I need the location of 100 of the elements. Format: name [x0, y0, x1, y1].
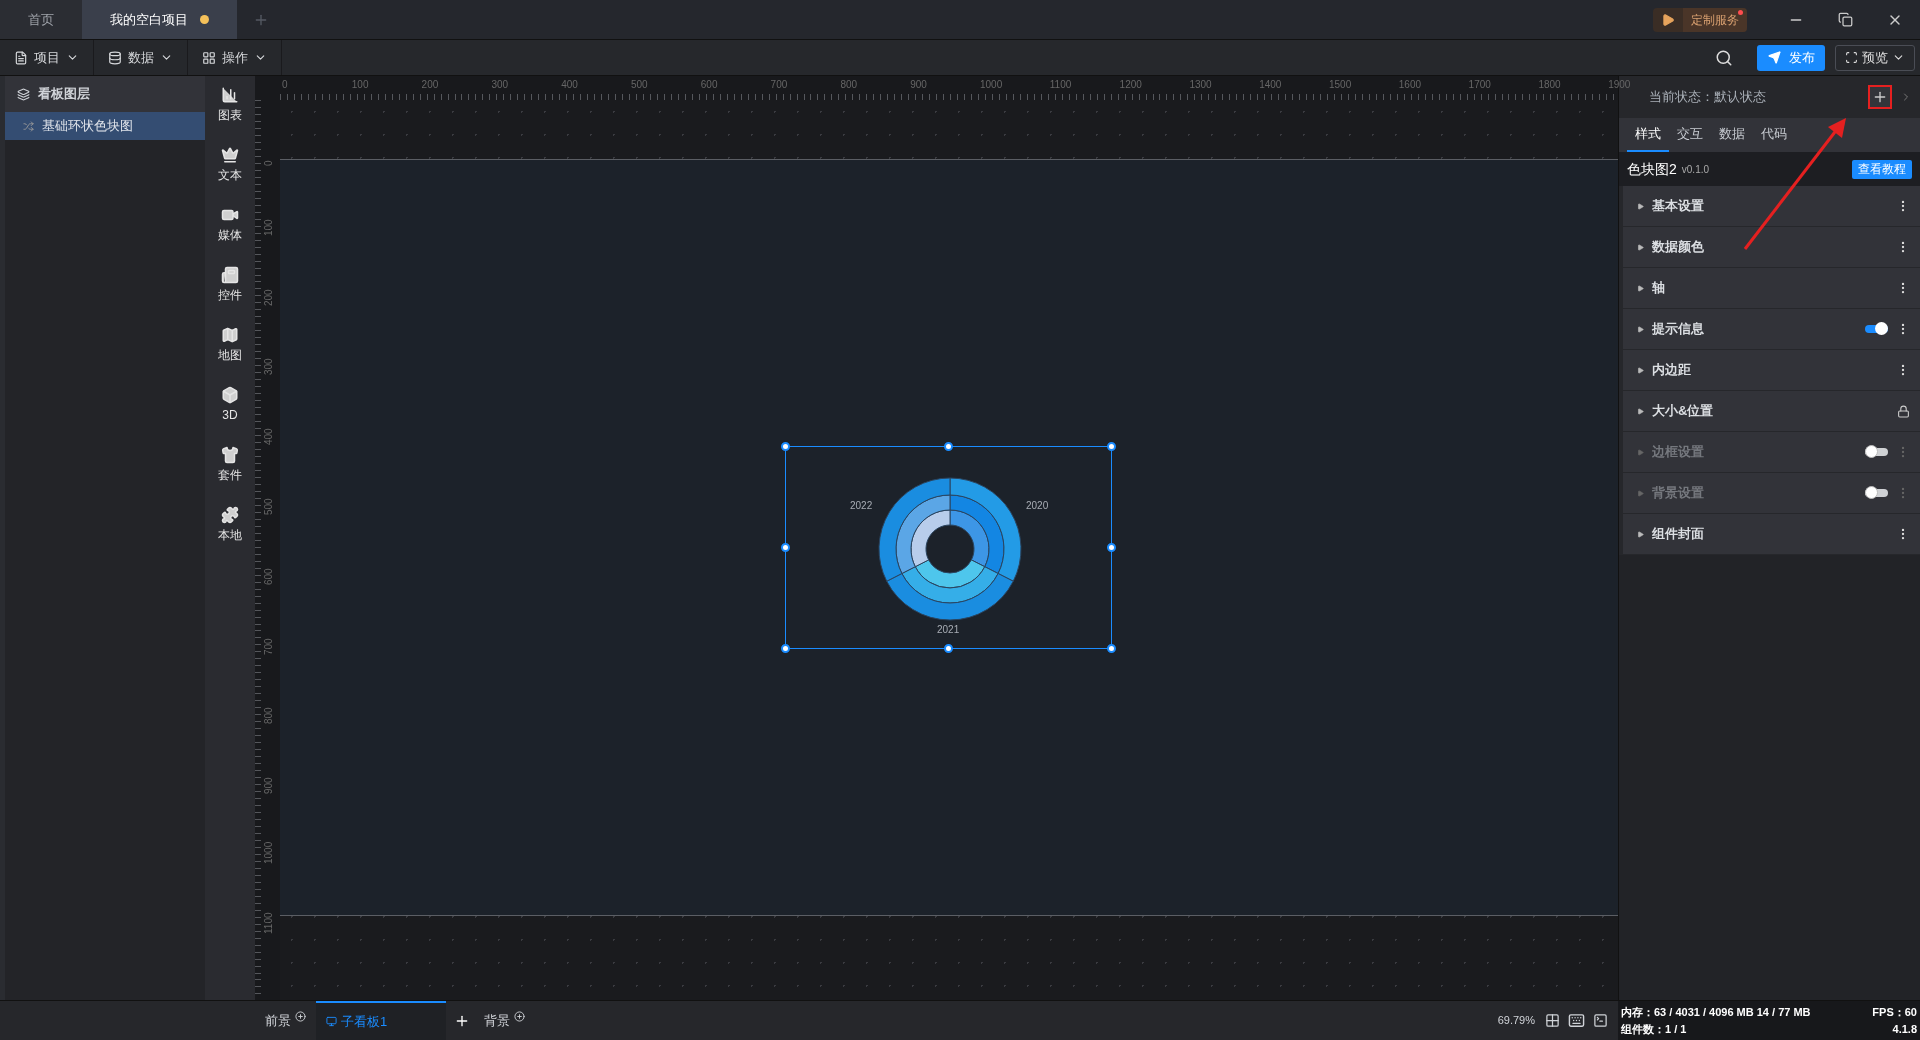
settings-section[interactable]: 大小&位置: [1619, 391, 1920, 432]
ruler-label: 800: [840, 78, 858, 92]
board-tab[interactable]: 子看板1: [316, 1001, 446, 1040]
add-circle-icon: [514, 1011, 525, 1022]
expand-triangle-icon: [1637, 284, 1644, 292]
settings-section[interactable]: 内边距: [1619, 350, 1920, 391]
ruler-label: 600: [262, 568, 275, 585]
foreground-tab[interactable]: 前景: [255, 1001, 316, 1040]
keyboard-icon[interactable]: [1568, 1012, 1585, 1029]
project-tab[interactable]: 我的空白项目: [82, 0, 237, 39]
ruler-label: 1200: [1119, 78, 1142, 92]
ruler-label: 700: [262, 637, 275, 655]
menu-button[interactable]: 操作: [188, 40, 282, 75]
play-logo-icon: [1661, 12, 1675, 27]
tool-button[interactable]: 控件: [218, 266, 242, 308]
resize-handle[interactable]: [944, 644, 953, 653]
add-circle-icon: [295, 1011, 306, 1022]
tool-button[interactable]: 图表: [218, 86, 242, 128]
layer-item[interactable]: 基础环状色块图: [5, 112, 205, 140]
fps-status: FPS：60: [1872, 1005, 1917, 1020]
expand-triangle-icon: [1637, 366, 1644, 374]
chart-label: 2020: [1026, 499, 1049, 513]
ruler-label: 900: [910, 78, 927, 92]
chart-label: 2022: [850, 499, 873, 513]
panel-tab[interactable]: 数据: [1711, 118, 1753, 152]
state-label: 当前状态：: [1649, 88, 1714, 107]
tool-button[interactable]: 媒体: [218, 206, 242, 248]
resize-handle[interactable]: [781, 442, 790, 451]
tool-button[interactable]: 本地: [218, 506, 242, 548]
add-state-button[interactable]: [1868, 85, 1892, 109]
ruler-label: 1000: [980, 78, 1003, 92]
ruler-label: 400: [262, 428, 275, 446]
resize-handle[interactable]: [1107, 543, 1116, 552]
ruler-label: 300: [491, 78, 509, 92]
resize-handle[interactable]: [944, 442, 953, 451]
monitor-icon: [326, 1016, 337, 1027]
restore-icon[interactable]: [1838, 12, 1853, 27]
preview-button[interactable]: 预览: [1835, 44, 1915, 71]
ruler-label: 0: [282, 78, 288, 92]
settings-section[interactable]: 提示信息: [1619, 309, 1920, 350]
project-tab[interactable]: 首页: [0, 0, 82, 39]
expand-triangle-icon: [1637, 448, 1644, 456]
ruler-label: 1600: [1398, 78, 1422, 92]
resize-handle[interactable]: [781, 644, 790, 653]
resize-handle[interactable]: [781, 543, 790, 552]
ruler-label: 200: [262, 288, 275, 306]
fullscreen-icon: [1845, 51, 1858, 64]
menu-button[interactable]: 数据: [94, 40, 188, 75]
ruler-label: 100: [351, 78, 369, 92]
menu-button[interactable]: 项目: [0, 40, 94, 75]
ruler-label: 1100: [1049, 78, 1072, 92]
ruler-label: 700: [770, 78, 788, 92]
ruler-label: 1700: [1468, 78, 1491, 92]
ruler-label: 300: [262, 358, 275, 376]
expand-triangle-icon: [1637, 489, 1644, 497]
layers-icon: [17, 87, 30, 101]
send-icon: [1767, 51, 1781, 64]
terminal-icon[interactable]: [1593, 1013, 1608, 1028]
toggle-switch[interactable]: [1865, 325, 1888, 333]
expand-triangle-icon: [1637, 407, 1644, 415]
background-tab[interactable]: 背景: [478, 1001, 531, 1040]
lock-icon[interactable]: [1897, 404, 1910, 418]
panel-tab[interactable]: 交互: [1669, 118, 1711, 152]
ruler-label: 0: [262, 160, 275, 166]
ruler-label: 500: [631, 78, 648, 92]
settings-section[interactable]: 轴: [1619, 268, 1920, 309]
settings-section[interactable]: 数据颜色: [1619, 227, 1920, 268]
ruler-label: 1400: [1259, 78, 1282, 92]
component-name: 色块图2: [1627, 159, 1677, 179]
ruler-label: 1300: [1189, 78, 1212, 92]
ruler-label: 100: [262, 219, 275, 236]
ruler-label: 600: [700, 78, 718, 92]
tool-button[interactable]: 地图: [218, 326, 242, 368]
settings-section[interactable]: 基本设置: [1619, 186, 1920, 227]
resize-handle[interactable]: [1107, 644, 1116, 653]
expand-triangle-icon: [1637, 243, 1644, 251]
search-icon[interactable]: [1715, 48, 1733, 67]
ruler-label: 1100: [262, 912, 275, 934]
tool-button[interactable]: 3D: [221, 386, 239, 428]
memory-status: 内存：63 / 4031 / 4096 MB 14 / 77 MB: [1621, 1005, 1811, 1020]
ruler-label: 1900: [1608, 78, 1631, 92]
tool-button[interactable]: 文本: [218, 146, 242, 188]
state-value: 默认状态: [1714, 88, 1766, 107]
zoom-level: 69.79%: [1497, 1013, 1535, 1029]
custom-service-button[interactable]: 定制服务: [1653, 7, 1747, 32]
ruler-label: 1500: [1329, 78, 1352, 92]
app-version: 4.1.8: [1892, 1021, 1917, 1037]
ruler-label: 500: [262, 498, 275, 515]
ruler-label: 1000: [262, 841, 275, 864]
ruler-label: 200: [421, 78, 439, 92]
ruler-label: 1800: [1538, 78, 1561, 92]
settings-section[interactable]: 组件封面: [1619, 514, 1920, 555]
ruler-label: 400: [561, 78, 578, 92]
ruler-label: 800: [262, 707, 275, 725]
tool-button[interactable]: 套件: [218, 446, 242, 488]
panel-tab[interactable]: 代码: [1753, 118, 1795, 152]
expand-triangle-icon: [1637, 325, 1644, 333]
resize-handle[interactable]: [1107, 442, 1116, 451]
ruler-label: 900: [262, 777, 275, 795]
expand-triangle-icon: [1637, 202, 1644, 210]
